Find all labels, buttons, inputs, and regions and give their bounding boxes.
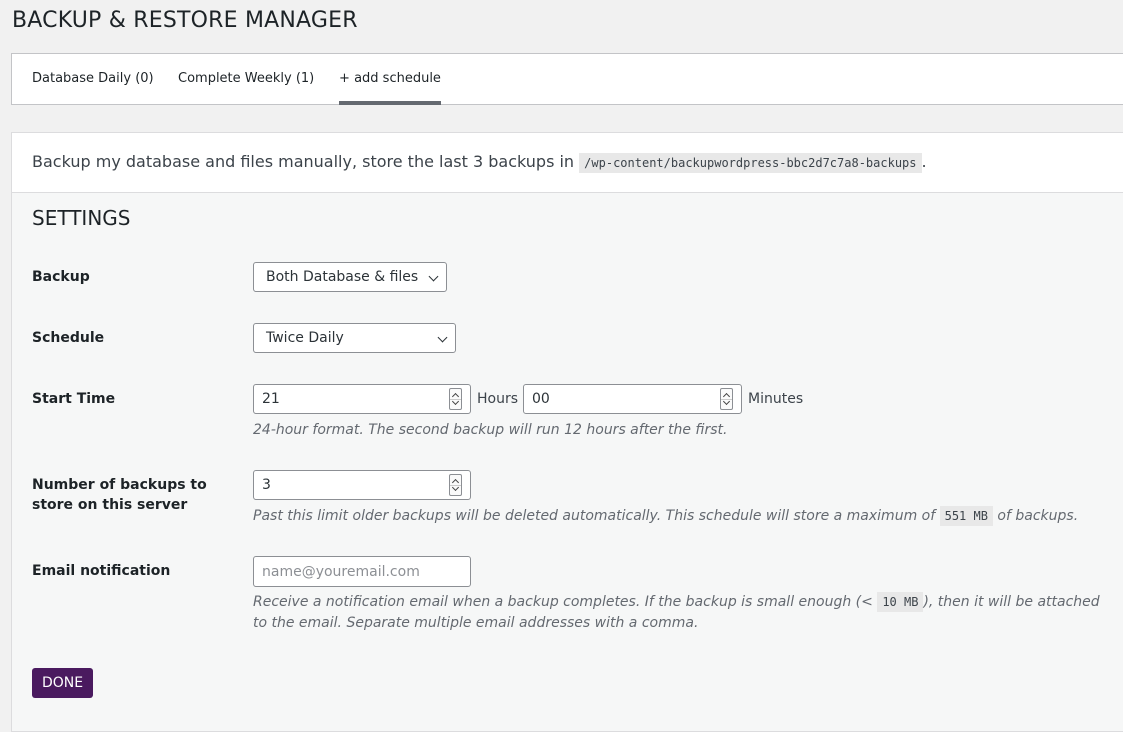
backup-count-help-suffix: of backups.: [997, 508, 1079, 524]
schedule-select[interactable]: Twice Daily: [253, 323, 456, 353]
summary-sentence: Backup my database and files manually, s…: [32, 152, 575, 171]
done-button[interactable]: DONE: [32, 668, 94, 698]
attachment-size-limit: 10 MB: [877, 592, 924, 612]
email-help-text: Receive a notification email when a back…: [253, 594, 873, 610]
start-minutes-value: 00: [532, 391, 550, 407]
start-time-label: Start Time: [32, 391, 116, 407]
start-hours-value: 21: [262, 391, 280, 407]
chevron-down-icon: [428, 271, 439, 282]
spinner-icon[interactable]: [720, 388, 733, 410]
backup-label: Backup: [32, 269, 90, 285]
spinner-icon[interactable]: [449, 474, 462, 496]
schedule-settings-panel: Backup my database and files manually, s…: [11, 132, 1123, 732]
email-field[interactable]: [253, 556, 471, 587]
schedule-summary-text: Backup my database and files manually, s…: [32, 152, 927, 173]
chevron-down-icon: [437, 332, 448, 343]
tab-database-daily[interactable]: Database Daily (0): [32, 54, 154, 105]
max-storage-size: 551 MB: [939, 506, 993, 526]
email-notification-label: Email notification: [32, 563, 171, 579]
backup-count-value: 3: [262, 477, 271, 493]
backup-count-label-line1: Number of backups to: [32, 477, 207, 493]
backup-count-input[interactable]: 3: [253, 470, 471, 500]
spinner-icon[interactable]: [449, 388, 462, 410]
schedule-label: Schedule: [32, 330, 105, 346]
backup-type-value: Both Database & files: [266, 269, 419, 285]
backup-count-help: Past this limit older backups will be de…: [253, 506, 1078, 527]
tab-add-schedule[interactable]: + add schedule: [339, 54, 441, 105]
email-help-suffix: ), then it will be attached: [923, 594, 1100, 610]
email-help: Receive a notification email when a back…: [253, 592, 1100, 634]
settings-heading: SETTINGS: [32, 206, 131, 230]
backup-path: /wp-content/backupwordpress-bbc2d7c7a8-b…: [579, 153, 922, 173]
hours-unit-label: Hours: [477, 391, 519, 407]
email-help-line2: to the email. Separate multiple email ad…: [253, 615, 699, 631]
summary-suffix: .: [921, 152, 927, 171]
start-minutes-input[interactable]: 00: [523, 384, 742, 414]
start-hours-input[interactable]: 21: [253, 384, 471, 414]
minutes-unit-label: Minutes: [748, 391, 804, 407]
schedule-tabs: Database Daily (0) Complete Weekly (1) +…: [11, 53, 1123, 105]
start-time-help: 24-hour format. The second backup will r…: [253, 422, 728, 438]
tab-complete-weekly[interactable]: Complete Weekly (1): [178, 54, 314, 105]
backup-count-label: Number of backups to store on this serve…: [32, 475, 207, 515]
page-title: BACKUP & RESTORE MANAGER: [12, 8, 358, 33]
backup-type-select[interactable]: Both Database & files: [253, 262, 447, 292]
schedule-summary: Backup my database and files manually, s…: [12, 133, 1123, 193]
schedule-value: Twice Daily: [266, 330, 344, 346]
backup-count-label-line2: store on this server: [32, 497, 188, 513]
backup-count-help-text: Past this limit older backups will be de…: [253, 508, 936, 524]
